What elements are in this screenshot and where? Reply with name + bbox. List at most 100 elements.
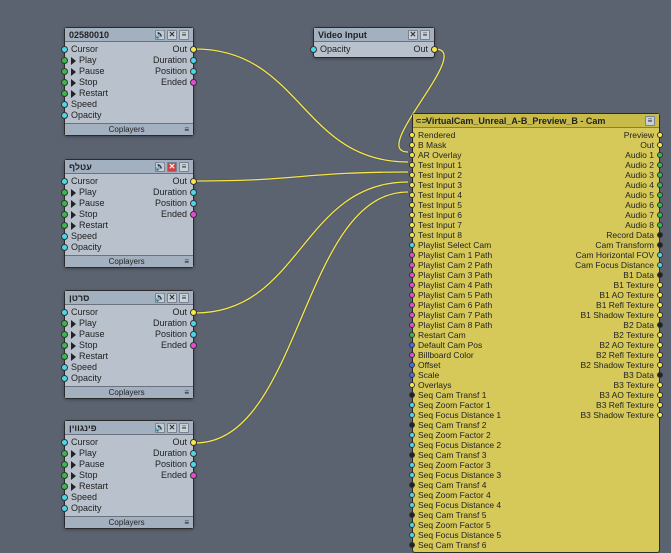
input-port[interactable] [409,352,415,358]
output-port[interactable] [657,232,663,238]
output-port[interactable] [190,178,197,185]
output-port[interactable] [431,46,438,53]
output-port[interactable] [657,142,663,148]
input-port[interactable] [310,46,317,53]
input-port[interactable] [61,233,68,240]
input-port[interactable] [61,461,68,468]
output-port[interactable] [657,202,663,208]
node-n1[interactable]: 02580010🔊✕≡CursorOutPlayDurationPausePos… [64,27,194,136]
input-port[interactable] [409,262,415,268]
menu-icon[interactable]: ≡ [179,162,189,172]
input-port[interactable] [61,472,68,479]
input-port[interactable] [409,322,415,328]
output-port[interactable] [190,79,197,86]
input-port[interactable] [61,46,68,53]
input-port[interactable] [409,292,415,298]
input-port[interactable] [61,244,68,251]
output-port[interactable] [190,211,197,218]
output-port[interactable] [190,200,197,207]
close-icon[interactable]: ✕ [167,162,177,172]
input-port[interactable] [409,272,415,278]
output-port[interactable] [657,172,663,178]
sound-icon[interactable]: 🔊 [155,293,165,303]
sound-icon[interactable]: 🔊 [155,162,165,172]
output-port[interactable] [657,162,663,168]
close-icon[interactable]: ✕ [167,293,177,303]
input-port[interactable] [409,532,415,538]
output-port[interactable] [190,46,197,53]
input-port[interactable] [409,362,415,368]
wire[interactable] [195,192,408,443]
node-n3[interactable]: סרטן🔊✕≡CursorOutPlayDurationPausePositio… [64,290,194,399]
input-port[interactable] [61,222,68,229]
menu-icon[interactable]: ≡ [179,423,189,433]
input-port[interactable] [409,462,415,468]
output-port[interactable] [190,57,197,64]
input-port[interactable] [409,492,415,498]
wire[interactable] [195,49,408,162]
input-port[interactable] [409,412,415,418]
input-port[interactable] [409,472,415,478]
close-icon[interactable]: ✕ [167,423,177,433]
node-n2[interactable]: עטלף🔊✕≡CursorOutPlayDurationPausePositio… [64,159,194,268]
input-port[interactable] [409,152,415,158]
output-port[interactable] [657,322,663,328]
input-port[interactable] [409,222,415,228]
output-port[interactable] [657,362,663,368]
input-port[interactable] [61,57,68,64]
input-port[interactable] [409,182,415,188]
output-port[interactable] [657,392,663,398]
output-port[interactable] [657,152,663,158]
output-port[interactable] [657,242,663,248]
sound-icon[interactable]: 🔊 [155,30,165,40]
input-port[interactable] [61,211,68,218]
output-port[interactable] [190,342,197,349]
input-port[interactable] [409,372,415,378]
output-port[interactable] [190,461,197,468]
output-port[interactable] [657,282,663,288]
node-header[interactable]: ⊂⊃ VirtualCam_Unreal_A-B_Preview_B - Cam… [413,114,659,128]
menu-icon[interactable]: ≡ [184,388,189,397]
input-port[interactable] [409,282,415,288]
input-port[interactable] [61,200,68,207]
input-port[interactable] [409,232,415,238]
output-port[interactable] [657,382,663,388]
node-video-input[interactable]: Video Input ✕ ≡ OpacityOut [313,27,435,58]
input-port[interactable] [61,68,68,75]
output-port[interactable] [657,312,663,318]
output-port[interactable] [657,182,663,188]
output-port[interactable] [190,439,197,446]
input-port[interactable] [61,178,68,185]
input-port[interactable] [409,332,415,338]
input-port[interactable] [409,302,415,308]
output-port[interactable] [657,272,663,278]
input-port[interactable] [409,312,415,318]
input-port[interactable] [409,342,415,348]
input-port[interactable] [61,375,68,382]
input-port[interactable] [409,512,415,518]
menu-icon[interactable]: ≡ [179,30,189,40]
input-port[interactable] [61,79,68,86]
output-port[interactable] [657,302,663,308]
input-port[interactable] [61,364,68,371]
output-port[interactable] [657,412,663,418]
output-port[interactable] [190,331,197,338]
input-port[interactable] [409,482,415,488]
output-port[interactable] [190,189,197,196]
input-port[interactable] [61,450,68,457]
input-port[interactable] [61,439,68,446]
input-port[interactable] [409,142,415,148]
input-port[interactable] [61,505,68,512]
input-port[interactable] [61,309,68,316]
input-port[interactable] [409,432,415,438]
output-port[interactable] [657,212,663,218]
input-port[interactable] [61,494,68,501]
close-icon[interactable]: ✕ [167,30,177,40]
node-header[interactable]: Video Input ✕ ≡ [314,28,434,42]
input-port[interactable] [61,320,68,327]
output-port[interactable] [657,332,663,338]
input-port[interactable] [409,162,415,168]
close-icon[interactable]: ✕ [408,30,418,40]
output-port[interactable] [190,450,197,457]
output-port[interactable] [657,402,663,408]
